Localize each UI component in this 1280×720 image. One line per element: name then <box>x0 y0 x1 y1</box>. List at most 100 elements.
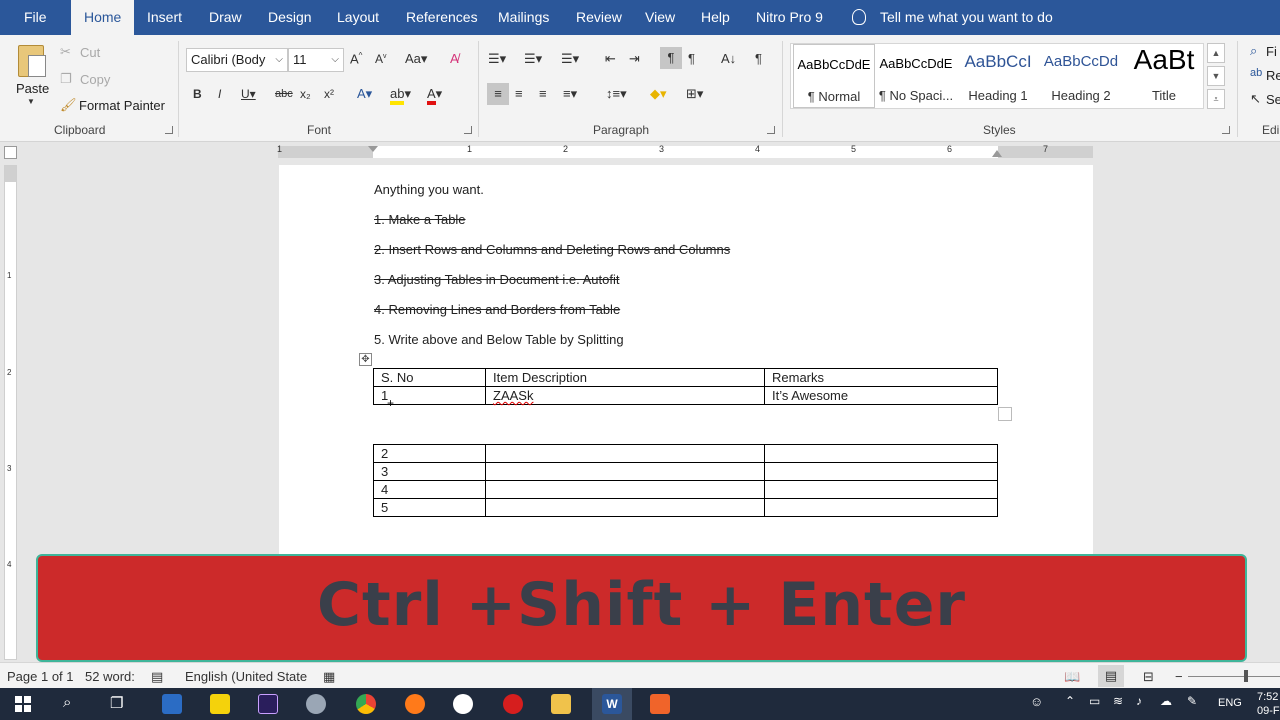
zoom-slider[interactable] <box>1188 676 1280 677</box>
font-color-icon[interactable]: A▾ <box>427 86 442 105</box>
table-cell[interactable]: Item Description <box>485 368 765 387</box>
wifi-icon[interactable]: ≋ <box>1113 694 1123 708</box>
table-resize-handle[interactable] <box>998 407 1012 421</box>
task-view-icon[interactable]: ❐ <box>110 694 123 712</box>
tab-selector[interactable] <box>4 146 17 159</box>
clear-formatting-icon[interactable]: A̸ <box>450 51 459 66</box>
table-cell[interactable]: 2 <box>373 444 486 463</box>
styles-more-icon[interactable]: ⩡ <box>1207 89 1225 109</box>
table-cell[interactable] <box>485 498 765 517</box>
zoom-slider-thumb[interactable] <box>1244 670 1248 682</box>
tab-file[interactable]: File <box>24 0 47 35</box>
italic-button[interactable]: I <box>218 87 221 101</box>
search-icon[interactable]: ⌕ <box>63 694 71 711</box>
print-layout-icon[interactable]: ▤ <box>1098 665 1124 687</box>
font-family-combo[interactable]: Calibri (Body ⌵ <box>186 48 288 72</box>
table-cell[interactable]: 3 <box>373 462 486 481</box>
pen-icon[interactable]: ✎ <box>1187 694 1197 708</box>
tab-design[interactable]: Design <box>268 0 312 35</box>
table-cell[interactable] <box>764 498 998 517</box>
highlight-icon[interactable]: ab▾ <box>390 86 411 105</box>
table-cell[interactable]: ZAASk <box>485 386 765 405</box>
tab-layout[interactable]: Layout <box>337 0 379 35</box>
input-language[interactable]: ENG <box>1218 697 1242 709</box>
paste-button[interactable]: Paste ▼ <box>10 43 54 113</box>
grow-font-icon[interactable]: A^ <box>350 51 362 66</box>
table-cell[interactable] <box>485 462 765 481</box>
align-right-icon[interactable]: ≡ <box>539 86 547 101</box>
multilevel-list-icon[interactable]: ☰▾ <box>561 51 579 67</box>
line-spacing-icon[interactable]: ↕≡▾ <box>606 86 627 102</box>
borders-icon[interactable]: ⊞▾ <box>686 86 703 102</box>
page-count[interactable]: Page 1 of 1 <box>7 669 74 684</box>
sort-icon[interactable]: A↓ <box>721 51 736 66</box>
paragraph-launcher-icon[interactable] <box>767 126 775 134</box>
macro-icon[interactable]: ▦ <box>323 669 335 685</box>
cut-button[interactable]: Cut <box>80 45 100 60</box>
proofing-icon[interactable]: ▤ <box>151 669 163 685</box>
sticky-notes-icon[interactable] <box>210 694 230 714</box>
style-heading-2[interactable]: AaBbCcDd Heading 2 <box>1040 44 1122 108</box>
table-move-handle-icon[interactable]: ✥ <box>359 353 372 366</box>
firefox-icon[interactable] <box>405 694 425 714</box>
replace-icon[interactable]: ab <box>1250 67 1262 79</box>
table-cell[interactable] <box>764 444 998 463</box>
text-effects-icon[interactable]: A▾ <box>357 86 372 102</box>
subscript-button[interactable]: x₂ <box>300 87 311 101</box>
paste-dropdown-icon[interactable]: ▼ <box>27 97 35 106</box>
table-lower[interactable]: 2 3 4 5 <box>373 444 998 517</box>
zoom-out-icon[interactable]: − <box>1175 669 1183 684</box>
align-left-icon[interactable]: ≡ <box>487 83 509 105</box>
tab-draw[interactable]: Draw <box>209 0 242 35</box>
vertical-scrollbar[interactable] <box>1264 142 1280 662</box>
file-explorer-icon[interactable] <box>551 694 571 714</box>
camtasia-icon[interactable] <box>650 694 670 714</box>
horizontal-ruler[interactable]: 1 1 2 3 4 5 6 7 <box>277 144 1093 158</box>
left-indent-marker[interactable] <box>368 146 378 152</box>
style-no-spacing[interactable]: AaBbCcDdE ¶ No Spaci... <box>875 44 957 108</box>
tab-review[interactable]: Review <box>576 0 622 35</box>
strikethrough-button[interactable]: abc <box>275 88 293 100</box>
vertical-ruler[interactable]: 1 2 3 4 <box>4 165 17 660</box>
change-case-icon[interactable]: Aa▾ <box>405 51 427 67</box>
volume-icon[interactable]: ♪ <box>1136 694 1142 708</box>
word-count[interactable]: 52 word: <box>85 669 135 684</box>
opera-icon[interactable] <box>503 694 523 714</box>
style-normal[interactable]: AaBbCcDdE ¶ Normal <box>793 44 875 108</box>
tab-references[interactable]: References <box>406 0 478 35</box>
underline-button[interactable]: U▾ <box>241 87 256 101</box>
bold-button[interactable]: B <box>193 87 202 101</box>
tab-mailings[interactable]: Mailings <box>498 0 549 35</box>
styles-scroll-down-icon[interactable]: ▼ <box>1207 66 1225 86</box>
web-layout-icon[interactable]: ⊟ <box>1143 669 1154 685</box>
increase-indent-icon[interactable]: ⇥ <box>629 51 640 67</box>
shrink-font-icon[interactable]: Av <box>375 52 387 66</box>
table-cell[interactable]: 4 <box>373 480 486 499</box>
tab-insert[interactable]: Insert <box>147 0 182 35</box>
clock-time[interactable]: 7:52 <box>1257 691 1278 703</box>
show-formatting-icon[interactable]: ¶ <box>755 51 762 66</box>
style-title[interactable]: AaBt Title <box>1123 44 1205 108</box>
bullets-icon[interactable]: ☰▾ <box>488 51 506 67</box>
table-cell[interactable]: S. No <box>373 368 486 387</box>
clipboard-launcher-icon[interactable] <box>165 126 173 134</box>
justify-icon[interactable]: ≡▾ <box>563 86 577 102</box>
tab-nitro[interactable]: Nitro Pro 9 <box>756 0 823 35</box>
table-cell[interactable] <box>764 462 998 481</box>
language-indicator[interactable]: English (United State <box>185 669 307 684</box>
battery-icon[interactable]: ▭ <box>1089 694 1100 708</box>
align-center-icon[interactable]: ≡ <box>515 86 523 101</box>
styles-launcher-icon[interactable] <box>1222 126 1230 134</box>
styles-scroll-up-icon[interactable]: ▲ <box>1207 43 1225 63</box>
table-cell[interactable] <box>764 480 998 499</box>
numbering-icon[interactable]: ☰▾ <box>524 51 542 67</box>
tab-view[interactable]: View <box>645 0 675 35</box>
people-icon[interactable]: ☺ <box>1030 694 1043 709</box>
tab-home[interactable]: Home <box>71 0 135 35</box>
tab-help[interactable]: Help <box>701 0 730 35</box>
rtl-icon[interactable]: ¶ <box>688 51 695 66</box>
premiere-icon[interactable] <box>258 694 278 714</box>
word-icon[interactable]: W <box>602 694 622 714</box>
copy-button[interactable]: Copy <box>80 72 110 87</box>
show-hidden-icons[interactable]: ⌃ <box>1065 694 1075 708</box>
